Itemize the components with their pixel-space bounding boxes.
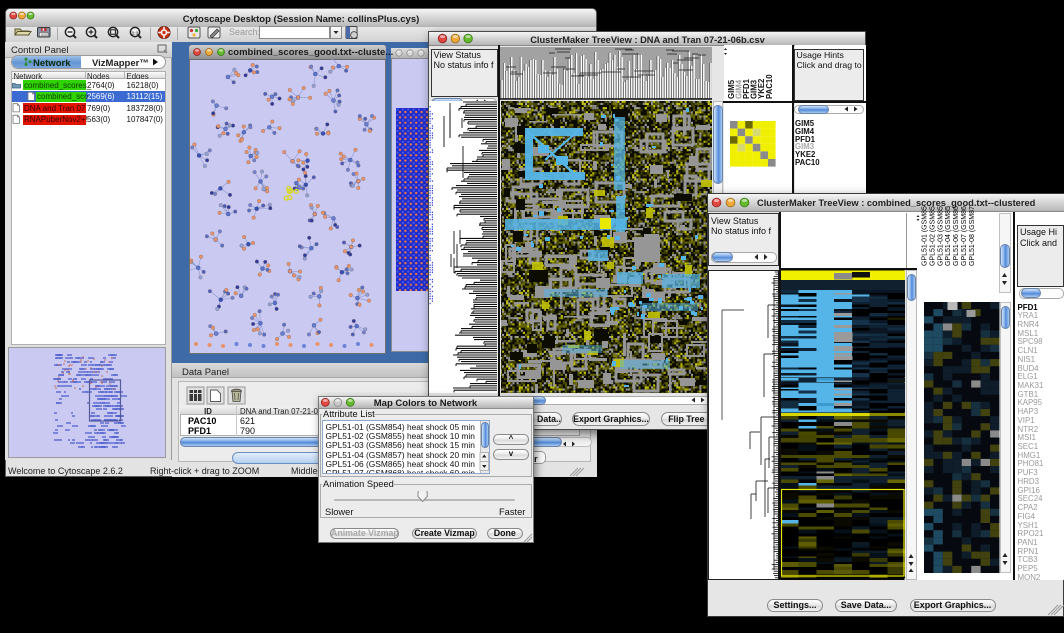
svg-text:GPL51-03 (GSM856): GPL51-03 (GSM856) [937, 206, 944, 266]
svg-text:GPL51-06 (GSM865): GPL51-06 (GSM865) [953, 206, 960, 266]
svg-text:1:1: 1:1 [132, 30, 139, 35]
svg-text:GPL51-02 (GSM855): GPL51-02 (GSM855) [929, 206, 936, 266]
svg-text:GPL51-08 (GSM872): GPL51-08 (GSM872) [969, 206, 976, 266]
svg-text:GPL51-01 (GSM854): GPL51-01 (GSM854) [922, 206, 929, 266]
svg-text:PAC10: PAC10 [765, 74, 774, 99]
svg-text:GPL51-07 (GSM868): GPL51-07 (GSM868) [961, 206, 968, 266]
svg-text:GPL51-04 (GSM857): GPL51-04 (GSM857) [945, 206, 952, 266]
